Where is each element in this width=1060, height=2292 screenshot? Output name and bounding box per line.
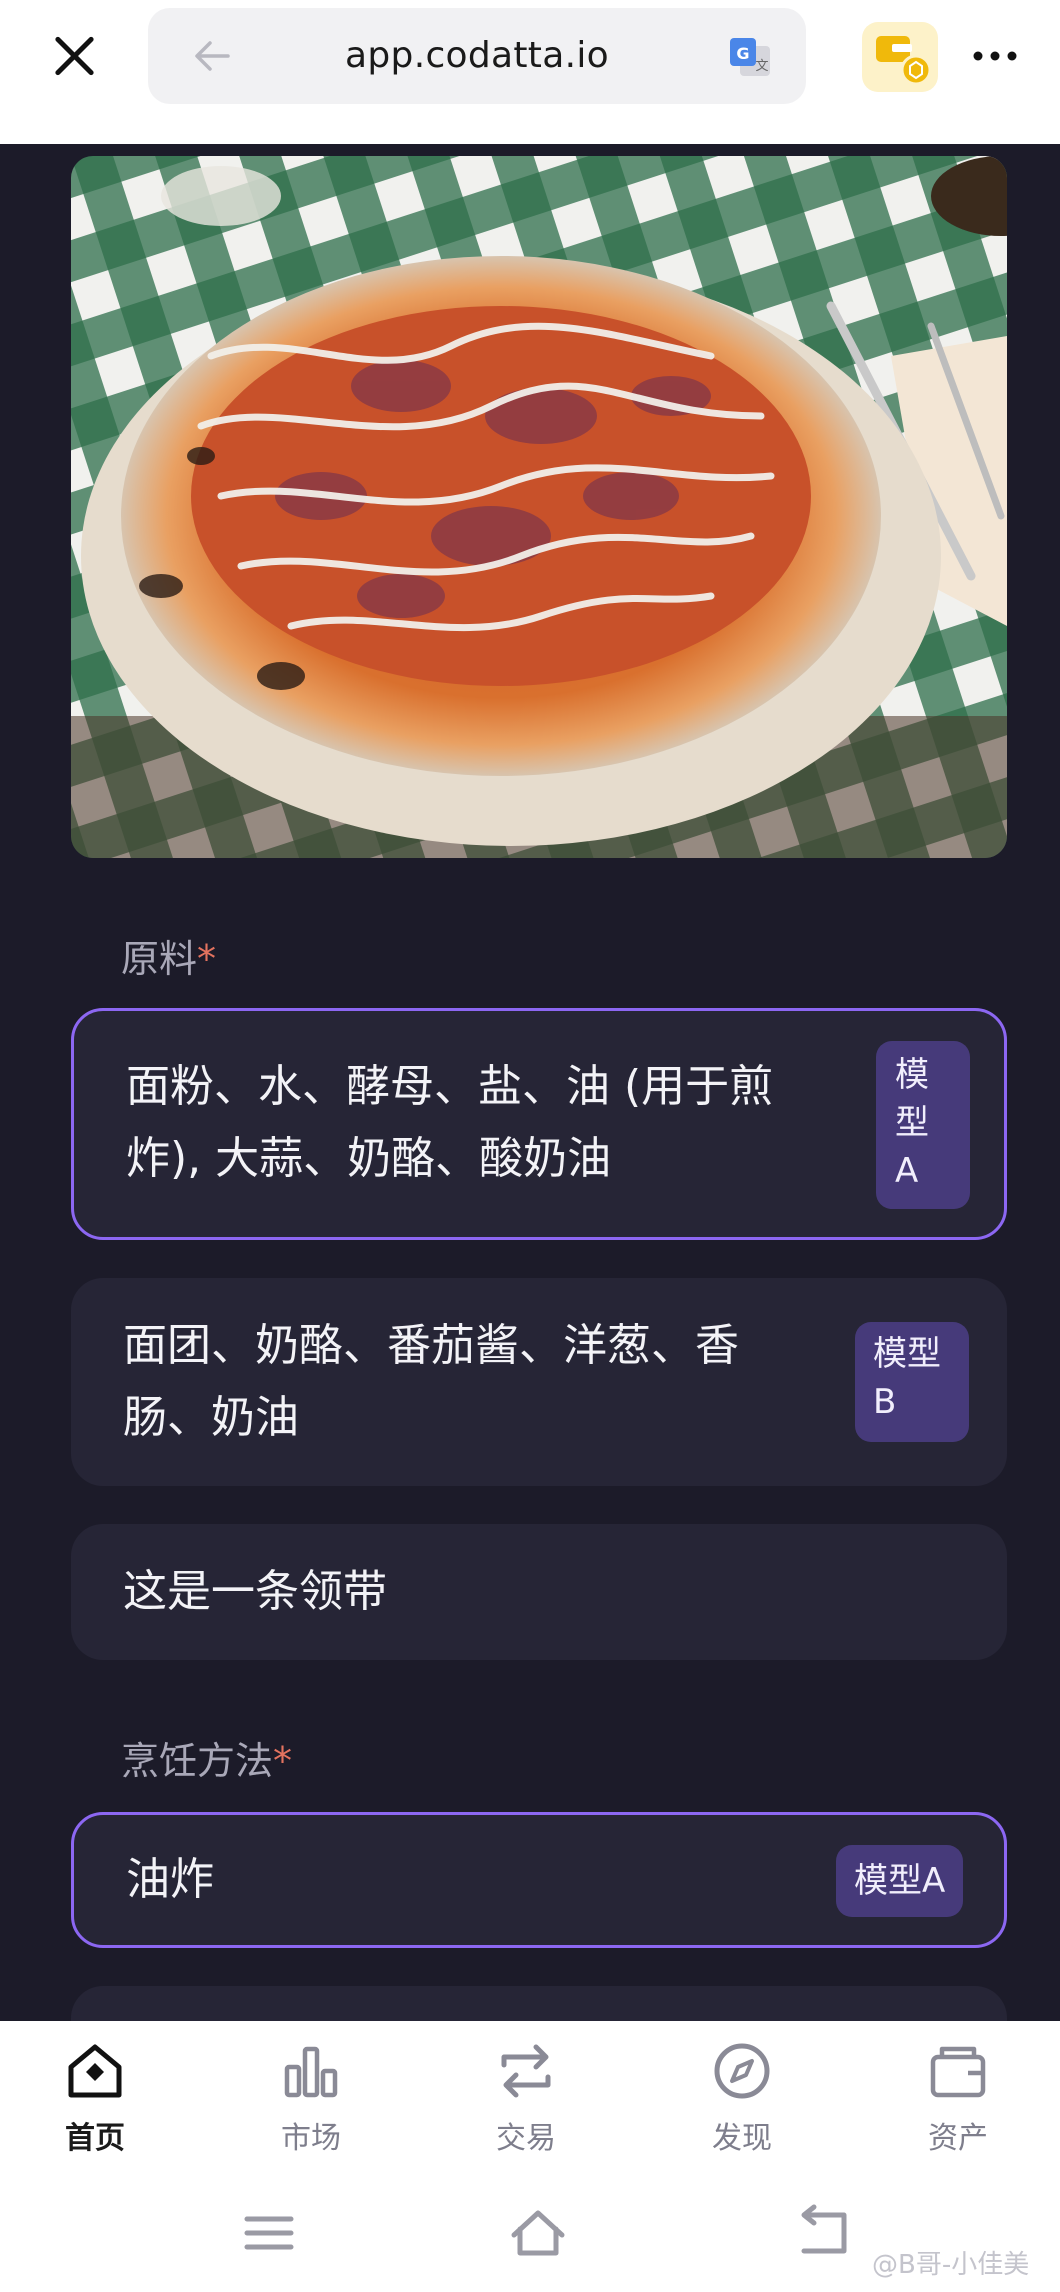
ingredient-option-tie[interactable]: 这是一条领带 [71, 1524, 1007, 1660]
compass-icon [714, 2043, 770, 2099]
cooking-method-label-text: 烹饪方法 [121, 1739, 274, 1783]
address-bar[interactable]: app.codatta.io G 文 [148, 8, 806, 104]
menu-icon[interactable] [239, 2203, 299, 2263]
option-text-line: 面粉、水、酵母、盐、油 (用于煎 [126, 1061, 774, 1112]
more-options-icon[interactable] [970, 36, 1020, 76]
nav-assets[interactable]: 资产 [898, 2021, 1018, 2173]
svg-text:G: G [736, 44, 749, 63]
cooking-option-model-a[interactable]: 油炸 模型A [71, 1812, 1007, 1948]
required-mark: * [197, 937, 217, 981]
ingredients-label-text: 原料 [121, 937, 198, 981]
badge-text: B [873, 1382, 897, 1422]
wallet-icon [930, 2046, 986, 2098]
nav-market[interactable]: 市场 [251, 2021, 371, 2173]
ingredient-option-text: 这是一条领带 [123, 1566, 387, 1617]
model-badge: 模 型 A [876, 1041, 970, 1209]
option-text-line: 肠、奶油 [123, 1392, 299, 1443]
nav-discover[interactable]: 发现 [682, 2021, 802, 2173]
ingredient-option-text: 面粉、水、酵母、盐、油 (用于煎 炸), 大蒜、奶酪、酸奶油 [126, 1051, 773, 1195]
badge-text: 模型 [873, 1334, 941, 1374]
translate-icon[interactable]: G 文 [728, 36, 772, 78]
watermark: @B哥-小佳美 [872, 2250, 1030, 2280]
ingredient-option-text: 面团、奶酪、番茄酱、洋葱、香 肠、奶油 [123, 1310, 739, 1454]
svg-text:文: 文 [755, 59, 768, 74]
ingredient-option-model-b[interactable]: 面团、奶酪、番茄酱、洋葱、香 肠、奶油 模型 B [71, 1278, 1007, 1486]
option-text-line: 炸), 大蒜、奶酪、酸奶油 [126, 1133, 612, 1184]
badge-text: 模 [895, 1055, 929, 1095]
system-back-icon[interactable] [794, 2203, 854, 2263]
badge-text: 型 [895, 1103, 929, 1143]
market-chart-icon [284, 2046, 338, 2098]
ingredients-label: 原料* [121, 928, 216, 983]
pizza-image [71, 156, 1007, 858]
home-icon [68, 2044, 122, 2098]
nav-home[interactable]: 首页 [35, 2021, 155, 2173]
badge-text: A [895, 1151, 919, 1191]
swap-icon [501, 2044, 551, 2098]
model-badge: 模型 B [855, 1322, 969, 1442]
required-mark: * [273, 1739, 293, 1783]
option-text-line: 面团、奶酪、番茄酱、洋葱、香 [123, 1320, 739, 1371]
nav-label: 首页 [65, 2121, 125, 2156]
url-text[interactable]: app.codatta.io [148, 8, 806, 104]
nav-label: 市场 [281, 2121, 341, 2156]
system-home-icon[interactable] [508, 2203, 568, 2263]
ingredient-option-model-a[interactable]: 面粉、水、酵母、盐、油 (用于煎 炸), 大蒜、奶酪、酸奶油 模 型 A [71, 1008, 1007, 1240]
model-badge: 模型A [836, 1845, 964, 1917]
wallet-extension-icon[interactable] [862, 22, 938, 92]
cooking-option-text: 油炸 [126, 1854, 214, 1905]
browser-top-bar: app.codatta.io G 文 [0, 0, 1060, 144]
nav-trade[interactable]: 交易 [466, 2021, 586, 2173]
cooking-method-label: 烹饪方法* [121, 1730, 292, 1785]
nav-label: 交易 [496, 2121, 556, 2156]
nav-label: 发现 [712, 2121, 772, 2156]
bottom-navigation: 首页 市场 交易 发现 资产 [0, 2021, 1060, 2173]
close-icon[interactable] [44, 26, 104, 86]
nav-label: 资产 [928, 2121, 988, 2156]
